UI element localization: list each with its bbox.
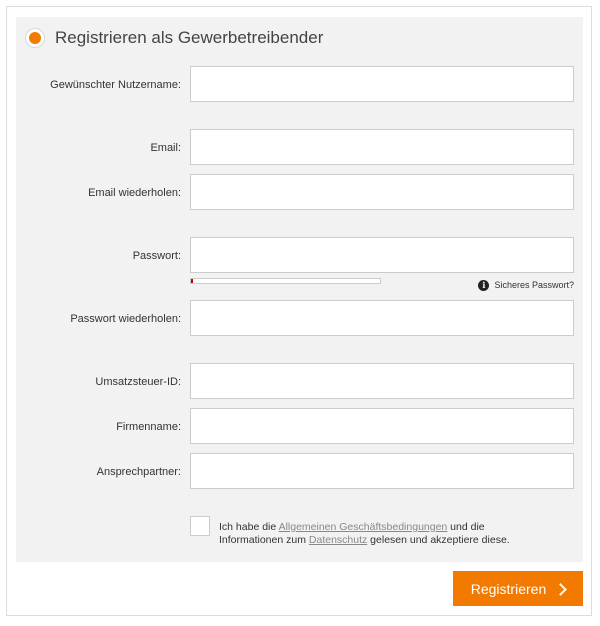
password-repeat-input[interactable] <box>190 300 574 336</box>
vat-id-input[interactable] <box>190 363 574 399</box>
contact-person-label: Ansprechpartner: <box>96 466 181 478</box>
email-input[interactable] <box>190 129 574 165</box>
secure-password-hint-text: Sicheres Passwort? <box>494 280 574 290</box>
consent-text-before: Ich habe die <box>219 521 279 533</box>
password-repeat-label: Passwort wiederholen: <box>70 313 181 325</box>
email-label: Email: <box>150 142 181 154</box>
chevron-right-icon <box>554 582 568 596</box>
register-button[interactable]: Registrieren <box>453 571 583 606</box>
terms-checkbox[interactable] <box>190 516 210 536</box>
info-icon: i <box>478 279 490 291</box>
secure-password-hint[interactable]: i Sicheres Passwort? <box>478 278 574 292</box>
account-type-radio[interactable] <box>25 28 45 48</box>
username-label: Gewünschter Nutzername: <box>50 79 181 91</box>
terms-link[interactable]: Allgemeinen Geschäftsbedingungen <box>279 521 448 533</box>
company-name-input[interactable] <box>190 408 574 444</box>
radio-selected-dot <box>29 32 41 44</box>
password-input[interactable] <box>190 237 574 273</box>
password-label: Passwort: <box>132 250 181 262</box>
privacy-link[interactable]: Datenschutz <box>309 534 367 546</box>
contact-person-input[interactable] <box>190 453 574 489</box>
password-strength-fill <box>191 279 193 283</box>
email-repeat-label: Email wiederholen: <box>88 187 181 199</box>
password-strength-meter <box>190 278 381 284</box>
consent-text-after: gelesen und akzeptiere diese. <box>367 534 510 546</box>
email-repeat-input[interactable] <box>190 174 574 210</box>
register-button-label: Registrieren <box>470 580 547 597</box>
username-input[interactable] <box>190 66 574 102</box>
form-title: Registrieren als Gewerbetreibender <box>55 28 324 47</box>
vat-id-label: Umsatzsteuer-ID: <box>95 376 181 388</box>
terms-consent-text: Ich habe die Allgemeinen Geschäftsbeding… <box>219 521 539 547</box>
company-name-label: Firmenname: <box>116 421 181 433</box>
